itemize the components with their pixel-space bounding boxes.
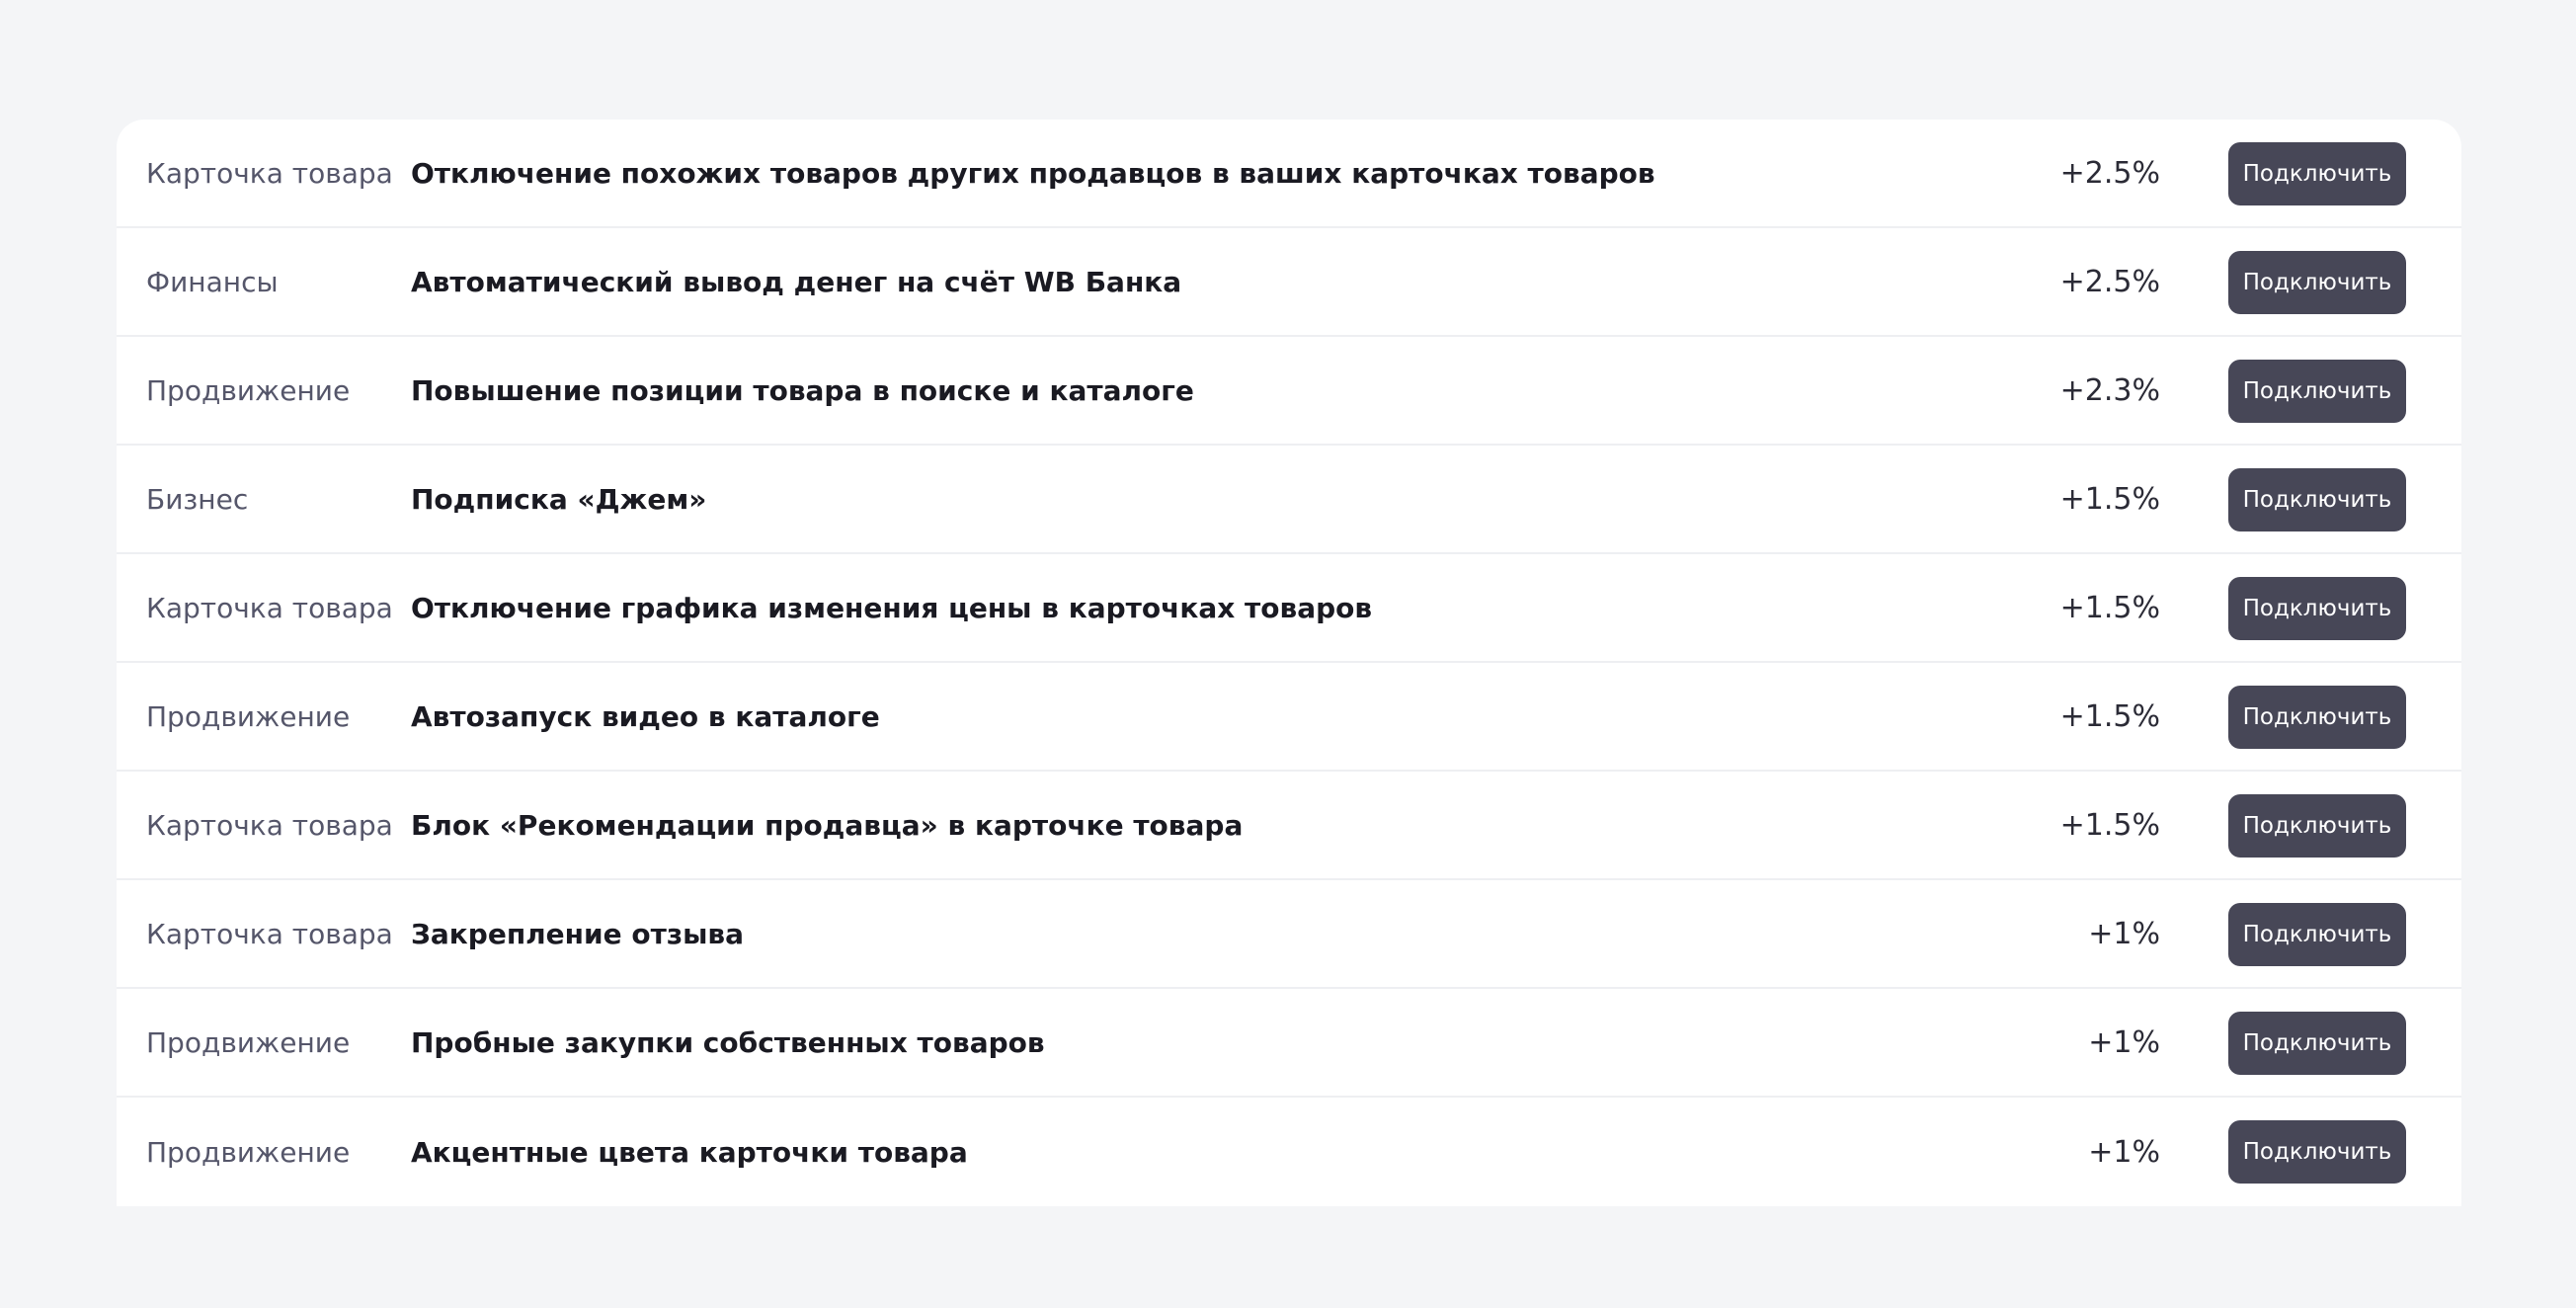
- row-category: Финансы: [146, 265, 279, 298]
- row-percent: +2.3%: [2059, 372, 2160, 408]
- row-title: Блок «Рекомендации продавца» в карточке …: [411, 808, 1244, 842]
- row-title: Акцентные цвета карточки товара: [411, 1135, 968, 1169]
- row-category: Продвижение: [146, 373, 351, 407]
- row-title: Повышение позиции товара в поиске и ката…: [411, 373, 1194, 407]
- list-item: Продвижение Пробные закупки собственных …: [117, 989, 2461, 1098]
- row-percent: +1%: [2088, 1134, 2160, 1170]
- row-title: Отключение графика изменения цены в карт…: [411, 591, 1373, 624]
- connect-button[interactable]: Подключить: [2228, 1012, 2406, 1075]
- row-title: Автозапуск видео в каталоге: [411, 699, 880, 733]
- connect-button[interactable]: Подключить: [2228, 577, 2406, 640]
- connect-button[interactable]: Подключить: [2228, 360, 2406, 423]
- row-category: Карточка товара: [146, 917, 393, 950]
- connect-button[interactable]: Подключить: [2228, 794, 2406, 858]
- row-percent: +2.5%: [2059, 264, 2160, 299]
- list-item: Продвижение Повышение позиции товара в п…: [117, 337, 2461, 446]
- row-title: Отключение похожих товаров других продав…: [411, 156, 1655, 190]
- connect-button[interactable]: Подключить: [2228, 903, 2406, 966]
- row-category: Продвижение: [146, 1135, 351, 1169]
- list-item: Продвижение Акцентные цвета карточки тов…: [117, 1098, 2461, 1206]
- row-percent: +1.5%: [2059, 481, 2160, 517]
- row-category: Карточка товара: [146, 808, 393, 842]
- row-percent: +1.5%: [2059, 590, 2160, 625]
- list-item: Карточка товара Отключение графика измен…: [117, 554, 2461, 663]
- row-title: Подписка «Джем»: [411, 482, 707, 516]
- list-item: Продвижение Автозапуск видео в каталоге …: [117, 663, 2461, 772]
- connect-button[interactable]: Подключить: [2228, 686, 2406, 749]
- row-category: Карточка товара: [146, 156, 393, 190]
- list-item: Карточка товара Закрепление отзыва +1% П…: [117, 880, 2461, 989]
- row-percent: +1%: [2088, 916, 2160, 951]
- list-item: Финансы Автоматический вывод денег на сч…: [117, 228, 2461, 337]
- row-percent: +1%: [2088, 1024, 2160, 1060]
- row-title: Закрепление отзыва: [411, 917, 745, 950]
- row-category: Продвижение: [146, 699, 351, 733]
- connect-button[interactable]: Подключить: [2228, 468, 2406, 531]
- list-item: Бизнес Подписка «Джем» +1.5% Подключить: [117, 446, 2461, 554]
- list-item: Карточка товара Отключение похожих товар…: [117, 120, 2461, 228]
- row-title: Пробные закупки собственных товаров: [411, 1025, 1045, 1059]
- row-category: Карточка товара: [146, 591, 393, 624]
- row-category: Продвижение: [146, 1025, 351, 1059]
- row-category: Бизнес: [146, 482, 249, 516]
- services-list: Карточка товара Отключение похожих товар…: [117, 120, 2461, 1206]
- connect-button[interactable]: Подключить: [2228, 251, 2406, 314]
- row-percent: +1.5%: [2059, 698, 2160, 734]
- row-title: Автоматический вывод денег на счёт WB Ба…: [411, 265, 1182, 298]
- connect-button[interactable]: Подключить: [2228, 1120, 2406, 1184]
- row-percent: +2.5%: [2059, 155, 2160, 191]
- connect-button[interactable]: Подключить: [2228, 142, 2406, 205]
- row-percent: +1.5%: [2059, 807, 2160, 843]
- list-item: Карточка товара Блок «Рекомендации прода…: [117, 772, 2461, 880]
